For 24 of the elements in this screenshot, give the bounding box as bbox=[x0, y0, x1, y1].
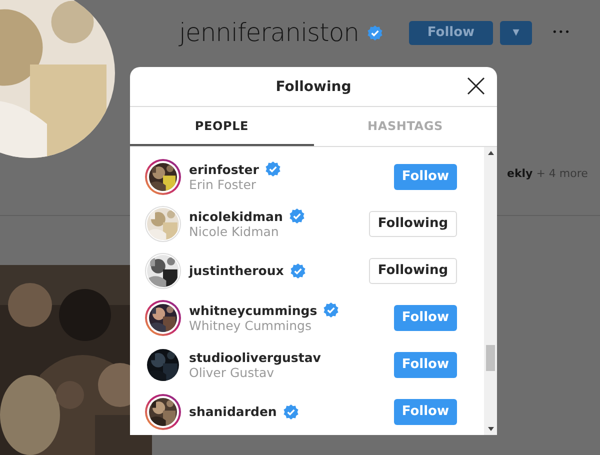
profile-username: jenniferaniston bbox=[179, 18, 359, 47]
story-ring-avatar[interactable] bbox=[145, 394, 181, 430]
scrollbar[interactable] bbox=[484, 147, 497, 435]
modal-title: Following bbox=[276, 78, 352, 94]
scroll-down-icon[interactable] bbox=[488, 427, 494, 431]
story-ring-avatar[interactable] bbox=[145, 300, 181, 336]
more-options-button[interactable]: ••• bbox=[552, 28, 571, 38]
following-button[interactable]: Following bbox=[368, 210, 457, 236]
username[interactable]: nicolekidman bbox=[189, 208, 283, 224]
username[interactable]: whitneycummings bbox=[189, 302, 318, 318]
username[interactable]: studioolivergustav bbox=[189, 350, 321, 364]
username[interactable]: erinfoster bbox=[189, 162, 259, 176]
username[interactable]: shanidarden bbox=[189, 404, 277, 419]
username[interactable]: justintheroux bbox=[189, 263, 284, 278]
following-button[interactable]: Following bbox=[368, 258, 457, 284]
full-name: Whitney Cummings bbox=[189, 318, 312, 333]
full-name: Oliver Gustav bbox=[189, 364, 274, 380]
scroll-up-icon[interactable] bbox=[488, 151, 494, 155]
story-ring-avatar[interactable] bbox=[145, 158, 181, 194]
tab[interactable]: PEOPLE bbox=[130, 107, 314, 146]
full-name: Erin Foster bbox=[189, 177, 258, 192]
scrollbar-thumb[interactable] bbox=[486, 345, 495, 371]
full-name: Nicole Kidman bbox=[189, 224, 280, 239]
close-icon[interactable] bbox=[467, 77, 485, 95]
